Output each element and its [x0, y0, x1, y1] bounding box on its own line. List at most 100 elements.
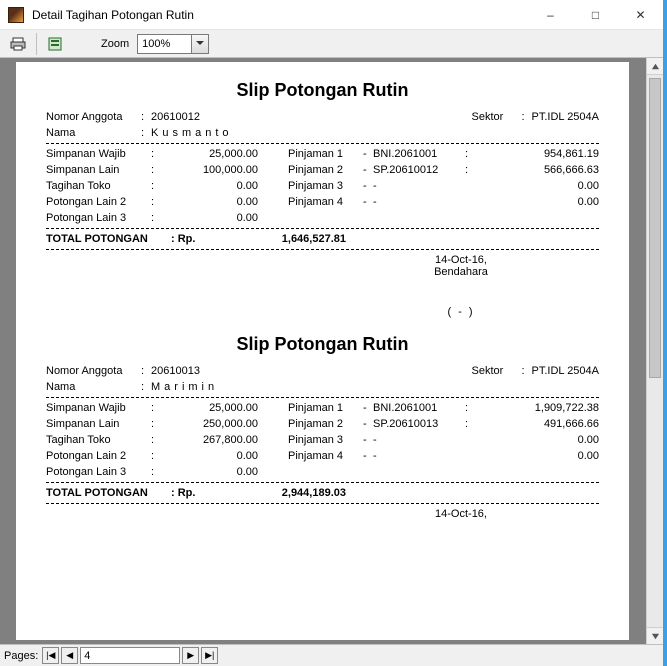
desc-pinjaman-2: SP.20610012	[373, 164, 465, 176]
sign-role: Bendahara	[366, 266, 556, 278]
value-total: 2,944,189.03	[201, 487, 346, 499]
close-button[interactable]: ✕	[618, 0, 663, 29]
value-potongan-lain-2: 0.00	[163, 450, 258, 462]
value-nomor-anggota: 20610012	[151, 111, 472, 123]
label-total-potongan: TOTAL POTONGAN	[46, 233, 171, 245]
statusbar: Pages: |◀ ◀ 4 ▶ ▶|	[0, 644, 663, 666]
separator	[46, 397, 599, 398]
report-viewport: Slip Potongan Rutin Nomor Anggota : 2061…	[0, 58, 663, 644]
value-tagihan-toko: 267,800.00	[163, 434, 258, 446]
app-icon	[8, 7, 24, 23]
label-tagihan-toko: Tagihan Toko	[46, 434, 151, 446]
scroll-up-icon[interactable]	[647, 58, 663, 75]
zoom-value: 100%	[142, 38, 170, 50]
sign-date: 14-Oct-16,	[366, 508, 556, 520]
value-simpanan-lain: 250,000.00	[163, 418, 258, 430]
next-page-button[interactable]: ▶	[182, 647, 199, 664]
prev-page-button[interactable]: ◀	[61, 647, 78, 664]
value-pinjaman-3: 0.00	[475, 180, 599, 192]
value-pinjaman-2: 566,666.63	[475, 164, 599, 176]
print-button[interactable]	[6, 33, 30, 55]
export-icon	[47, 36, 63, 52]
scroll-thumb[interactable]	[649, 78, 661, 378]
print-icon	[10, 36, 26, 52]
report-page: Slip Potongan Rutin Nomor Anggota : 2061…	[16, 62, 629, 640]
label-potongan-lain-2: Potongan Lain 2	[46, 196, 151, 208]
export-button[interactable]	[43, 33, 67, 55]
minimize-button[interactable]: –	[528, 0, 573, 29]
separator	[46, 482, 599, 483]
last-page-button[interactable]: ▶|	[201, 647, 218, 664]
signature-block: 14-Oct-16, Bendahara ( - )	[366, 254, 556, 318]
value-sektor: PT.IDL 2504A	[532, 365, 599, 377]
label-nomor-anggota: Nomor Anggota	[46, 111, 141, 123]
value-pinjaman-1: 954,861.19	[475, 148, 599, 160]
zoom-select[interactable]: 100%	[137, 34, 209, 54]
pages-label: Pages:	[4, 650, 38, 662]
separator	[46, 249, 599, 250]
label-pinjaman-4: Pinjaman 4	[288, 196, 363, 208]
label-potongan-lain-3: Potongan Lain 3	[46, 212, 151, 224]
label-potongan-lain-2: Potongan Lain 2	[46, 450, 151, 462]
desc-pinjaman-1: BNI.2061001	[373, 402, 465, 414]
desc-pinjaman-4: -	[373, 450, 465, 462]
label-rp: : Rp.	[171, 487, 201, 499]
desc-pinjaman-4: -	[373, 196, 465, 208]
toolbar: Zoom 100%	[0, 30, 663, 58]
value-pinjaman-1: 1,909,722.38	[475, 402, 599, 414]
first-page-button[interactable]: |◀	[42, 647, 59, 664]
label-simpanan-lain: Simpanan Lain	[46, 164, 151, 176]
value-nama: Kusmanto	[151, 127, 599, 139]
vertical-scrollbar[interactable]	[646, 58, 663, 644]
zoom-label: Zoom	[101, 38, 129, 50]
label-pinjaman-3: Pinjaman 3	[288, 180, 363, 192]
label-total-potongan: TOTAL POTONGAN	[46, 487, 171, 499]
label-nomor-anggota: Nomor Anggota	[46, 365, 141, 377]
value-sektor: PT.IDL 2504A	[532, 111, 599, 123]
label-simpanan-wajib: Simpanan Wajib	[46, 148, 151, 160]
maximize-button[interactable]: □	[573, 0, 618, 29]
scroll-down-icon[interactable]	[647, 627, 663, 644]
label-simpanan-lain: Simpanan Lain	[46, 418, 151, 430]
window-titlebar: Detail Tagihan Potongan Rutin – □ ✕	[0, 0, 663, 30]
desc-pinjaman-3: -	[373, 434, 465, 446]
page-number-input[interactable]: 4	[80, 647, 180, 664]
desc-pinjaman-3: -	[373, 180, 465, 192]
value-simpanan-wajib: 25,000.00	[163, 402, 258, 414]
label-sektor: Sektor	[472, 111, 522, 123]
window-title: Detail Tagihan Potongan Rutin	[32, 8, 528, 22]
value-tagihan-toko: 0.00	[163, 180, 258, 192]
total-row: TOTAL POTONGAN : Rp. 2,944,189.03	[46, 487, 599, 499]
chevron-down-icon	[191, 35, 208, 53]
label-tagihan-toko: Tagihan Toko	[46, 180, 151, 192]
separator	[46, 143, 599, 144]
sign-name: ( - )	[366, 306, 556, 318]
label-pinjaman-4: Pinjaman 4	[288, 450, 363, 462]
desc-pinjaman-1: BNI.2061001	[373, 148, 465, 160]
label-sektor: Sektor	[472, 365, 522, 377]
label-potongan-lain-3: Potongan Lain 3	[46, 466, 151, 478]
value-potongan-lain-3: 0.00	[163, 212, 258, 224]
label-pinjaman-1: Pinjaman 1	[288, 402, 363, 414]
signature-block: 14-Oct-16,	[366, 508, 556, 520]
label-nama: Nama	[46, 381, 141, 393]
label-simpanan-wajib: Simpanan Wajib	[46, 402, 151, 414]
value-total: 1,646,527.81	[201, 233, 346, 245]
label-pinjaman-2: Pinjaman 2	[288, 164, 363, 176]
value-simpanan-lain: 100,000.00	[163, 164, 258, 176]
label-nama: Nama	[46, 127, 141, 139]
toolbar-separator	[36, 33, 37, 55]
value-pinjaman-2: 491,666.66	[475, 418, 599, 430]
slip-title: Slip Potongan Rutin	[46, 334, 599, 355]
label-rp: : Rp.	[171, 233, 201, 245]
slip: Slip Potongan Rutin Nomor Anggota : 2061…	[46, 80, 599, 318]
label-pinjaman-2: Pinjaman 2	[288, 418, 363, 430]
slip: Slip Potongan Rutin Nomor Anggota : 2061…	[46, 334, 599, 520]
desc-pinjaman-2: SP.20610013	[373, 418, 465, 430]
label-pinjaman-1: Pinjaman 1	[288, 148, 363, 160]
value-pinjaman-4: 0.00	[475, 196, 599, 208]
sign-date: 14-Oct-16,	[366, 254, 556, 266]
separator	[46, 228, 599, 229]
value-nama: Marimin	[151, 381, 599, 393]
value-simpanan-wajib: 25,000.00	[163, 148, 258, 160]
